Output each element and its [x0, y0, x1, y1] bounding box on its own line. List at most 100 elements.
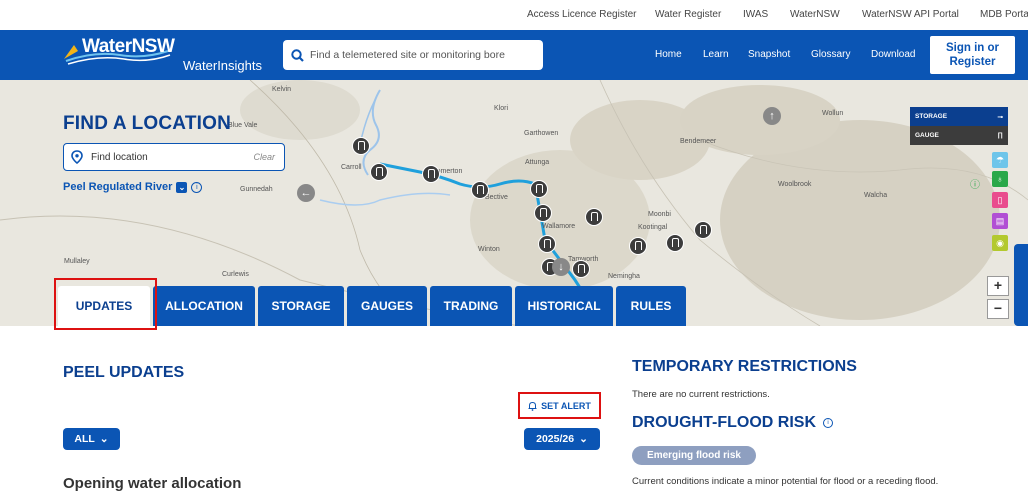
- gauge-marker[interactable]: [538, 235, 556, 253]
- gauge-marker[interactable]: [422, 165, 440, 183]
- river-selector[interactable]: Peel Regulated River ⌄ i: [63, 181, 203, 193]
- map-place-label: Walcha: [864, 192, 888, 199]
- river-label: Peel Regulated River: [63, 181, 173, 193]
- tab-historical[interactable]: HISTORICAL: [515, 286, 613, 326]
- filter-label: ALL: [74, 433, 95, 445]
- zoom-in-button[interactable]: +: [987, 276, 1009, 296]
- gauge-marker[interactable]: [530, 180, 548, 198]
- map-legend: STORAGE ⊸ GAUGE ∏: [910, 107, 1008, 145]
- sign-in-button[interactable]: Sign in or Register: [930, 36, 1015, 74]
- link-water-register[interactable]: Water Register: [655, 9, 721, 20]
- gauge-marker[interactable]: [471, 181, 489, 199]
- gauge-marker[interactable]: [370, 163, 388, 181]
- link-api-portal[interactable]: WaterNSW API Portal: [862, 9, 959, 20]
- nav-glossary[interactable]: Glossary: [811, 49, 850, 60]
- legend-gauge[interactable]: GAUGE ∏: [910, 126, 1008, 145]
- filter-dropdown[interactable]: ALL ⌄: [63, 428, 120, 450]
- drought-flood-text: Current conditions indicate a minor pote…: [632, 476, 939, 487]
- map-place-label: Moonbi: [648, 211, 671, 218]
- calendar-layer-icon[interactable]: ▤: [992, 213, 1008, 229]
- restrictions-heading: TEMPORARY RESTRICTIONS: [632, 358, 857, 375]
- drought-flood-title: DROUGHT-FLOOD RISK: [632, 414, 816, 431]
- gauge-marker[interactable]: [629, 237, 647, 255]
- legend-storage[interactable]: STORAGE ⊸: [910, 107, 1008, 126]
- tab-gauges[interactable]: GAUGES: [347, 286, 427, 326]
- tab-allocation[interactable]: ALLOCATION: [153, 286, 255, 326]
- app-name: WaterInsights: [183, 58, 262, 73]
- layer-info-icon[interactable]: ⓘ: [970, 176, 980, 191]
- arrow-left-icon[interactable]: ←: [297, 184, 315, 202]
- map-place-label: Woolbrook: [778, 181, 812, 188]
- chevron-down-icon: ⌄: [99, 433, 109, 445]
- map-place-label: Gunnedah: [240, 186, 273, 193]
- tab-rules[interactable]: RULES: [616, 286, 686, 326]
- highlight-box: [518, 392, 601, 419]
- update-item-title[interactable]: Opening water allocation: [63, 475, 241, 492]
- arrow-up-icon[interactable]: ↑: [763, 107, 781, 125]
- tab-trading[interactable]: TRADING: [430, 286, 512, 326]
- link-iwas[interactable]: IWAS: [743, 9, 768, 20]
- site-header: WaterNSW WaterInsights Home Learn Snapsh…: [0, 30, 1028, 80]
- find-location-input[interactable]: [91, 151, 241, 163]
- gauge-marker[interactable]: [585, 208, 603, 226]
- storage-icon: ⊸: [997, 113, 1003, 121]
- temperature-layer-icon[interactable]: ▯: [992, 192, 1008, 208]
- logo-text: WaterNSW: [82, 36, 175, 57]
- feedback-tab[interactable]: [1014, 244, 1028, 326]
- site-search[interactable]: [283, 40, 543, 70]
- year-dropdown[interactable]: 2025/26 ⌄: [524, 428, 600, 450]
- link-waternsw[interactable]: WaterNSW: [790, 9, 840, 20]
- find-location-field[interactable]: Clear: [63, 143, 285, 171]
- nav-home[interactable]: Home: [655, 49, 682, 60]
- nav-snapshot[interactable]: Snapshot: [748, 49, 790, 60]
- gauge-marker[interactable]: [534, 204, 552, 222]
- year-label: 2025/26: [536, 433, 575, 445]
- site-search-input[interactable]: [310, 49, 530, 61]
- gauge-marker[interactable]: [694, 221, 712, 239]
- link-access-licence-register[interactable]: Access Licence Register: [527, 9, 637, 20]
- drought-flood-heading: DROUGHT-FLOOD RISK i: [632, 414, 833, 432]
- water-quality-icon[interactable]: ♁: [992, 171, 1008, 187]
- map-place-label: Nemingha: [608, 273, 640, 280]
- map-place-label: Bendemeer: [680, 138, 717, 145]
- map-place-label: Curlewis: [222, 271, 249, 278]
- restrictions-text: There are no current restrictions.: [632, 389, 770, 400]
- map-place-label: Kootingal: [638, 224, 668, 231]
- map-place-label: Mullaley: [64, 258, 90, 265]
- find-location-title: FIND A LOCATION: [63, 113, 231, 134]
- nav-download[interactable]: Download: [871, 49, 915, 60]
- search-icon: [291, 48, 304, 62]
- flood-risk-badge: Emerging flood risk: [632, 446, 756, 465]
- clear-button[interactable]: Clear: [253, 152, 275, 162]
- chevron-down-icon[interactable]: ⌄: [176, 181, 188, 193]
- chevron-down-icon: ⌄: [579, 433, 588, 445]
- tab-storage[interactable]: STORAGE: [258, 286, 344, 326]
- bore-layer-icon[interactable]: ◉: [992, 235, 1008, 251]
- map-place-label: Attunga: [525, 159, 550, 166]
- map-place-label: Garthowen: [524, 130, 559, 137]
- info-icon[interactable]: i: [191, 181, 203, 193]
- peel-updates-heading: PEEL UPDATES: [63, 364, 185, 381]
- gauge-marker[interactable]: [666, 234, 684, 252]
- gauge-marker[interactable]: [572, 260, 590, 278]
- map-place-label: Klori: [494, 105, 509, 112]
- rainfall-layer-icon[interactable]: ☂: [992, 152, 1008, 168]
- gauge-marker[interactable]: [352, 137, 370, 155]
- map-place-label: Bective: [485, 194, 508, 201]
- arrow-down-icon[interactable]: ↓: [552, 258, 570, 276]
- page: Access Licence Register Water Register I…: [0, 0, 1028, 494]
- map-place-label: Wallamore: [542, 223, 576, 230]
- nav-learn[interactable]: Learn: [703, 49, 729, 60]
- highlight-box: [54, 278, 157, 330]
- map-place-label: Winton: [478, 246, 500, 253]
- link-mdb-portal[interactable]: MDB Porta: [980, 9, 1028, 20]
- map-place-label: Kelvin: [272, 86, 292, 93]
- legend-gauge-label: GAUGE: [915, 132, 939, 139]
- legend-storage-label: STORAGE: [915, 113, 948, 120]
- map-place-label: Carroll: [341, 164, 362, 171]
- zoom-out-button[interactable]: −: [987, 299, 1009, 319]
- info-icon[interactable]: i: [823, 418, 833, 428]
- gauge-icon: ∏: [997, 132, 1003, 139]
- map-place-label: Wollun: [822, 110, 844, 117]
- location-pin-icon: [71, 150, 83, 164]
